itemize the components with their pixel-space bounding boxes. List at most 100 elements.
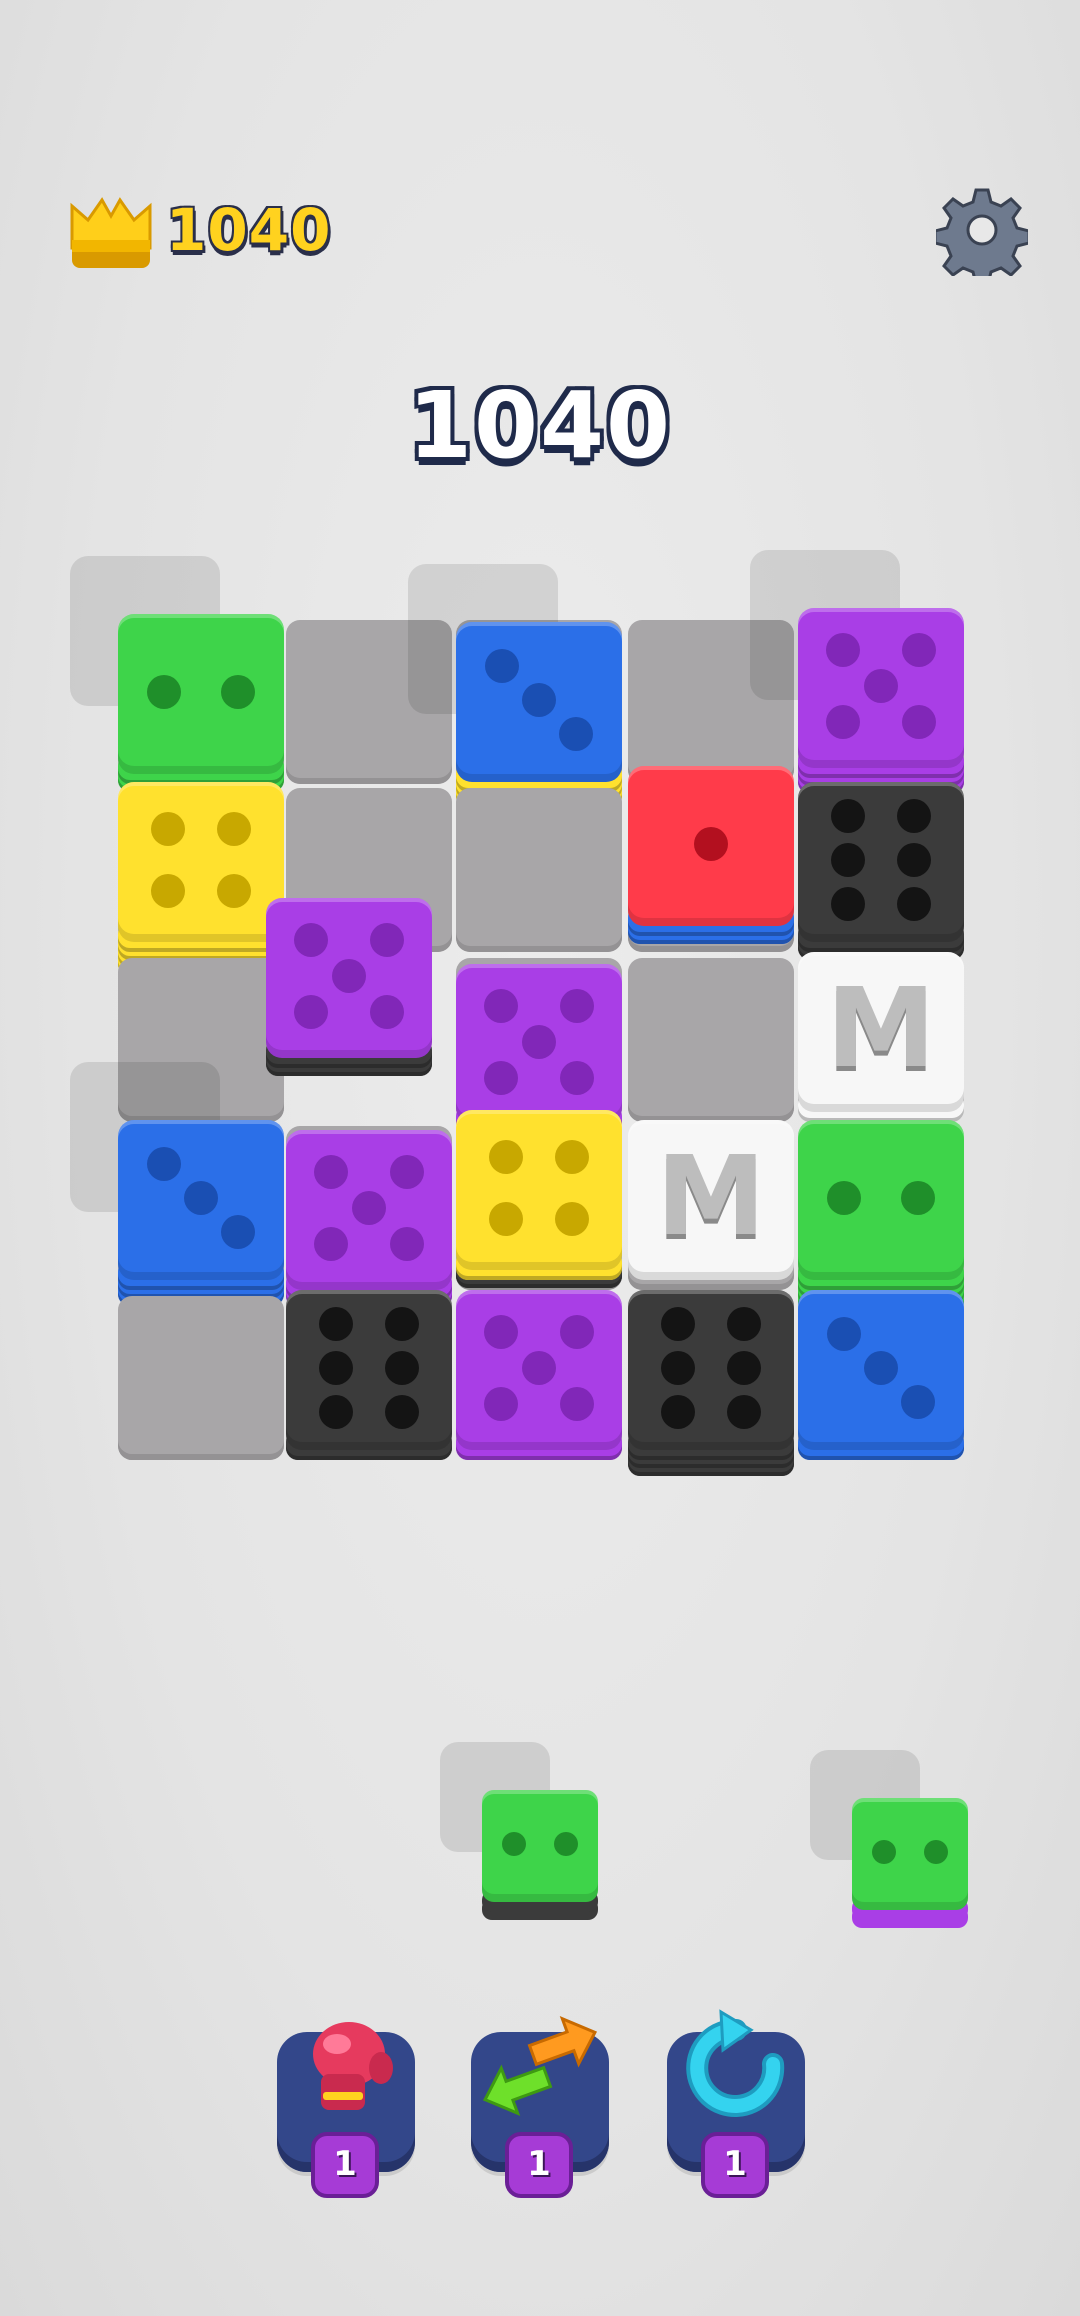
pip [897, 843, 932, 877]
empty-cell [628, 958, 794, 1122]
pip [522, 1351, 556, 1385]
pip [184, 1181, 218, 1215]
crown-icon [70, 197, 152, 268]
empty-cell [456, 788, 622, 952]
pip [825, 633, 860, 668]
pip [660, 1307, 695, 1342]
pip [902, 633, 937, 668]
pip [560, 989, 595, 1024]
pip [293, 923, 328, 958]
pip [900, 1181, 935, 1215]
yellow-tile [456, 1110, 622, 1270]
pip [502, 1832, 527, 1856]
blue-tile [118, 1120, 284, 1280]
black-tile [798, 782, 964, 942]
pip [313, 1226, 348, 1261]
pip [370, 994, 405, 1029]
pip [313, 1155, 348, 1190]
pip [522, 683, 556, 717]
pip [902, 704, 937, 739]
pip [897, 799, 932, 834]
special-tile-letter: M [656, 1132, 766, 1260]
refresh-booster[interactable]: 1 [667, 2009, 805, 2198]
pip [727, 1394, 762, 1429]
pip [483, 1386, 518, 1421]
purple-tile [456, 1290, 622, 1450]
white-tile: M [628, 1120, 794, 1280]
pip [727, 1307, 762, 1342]
green-tile [118, 614, 284, 774]
pip [897, 886, 932, 921]
pip [318, 1394, 353, 1429]
pip [147, 675, 182, 709]
purple-tile [798, 608, 964, 768]
red-tile [628, 766, 794, 926]
pip [220, 675, 255, 709]
pip [660, 1394, 695, 1429]
pip [390, 1155, 425, 1190]
pip [485, 648, 520, 683]
pip [483, 1060, 518, 1095]
pip [150, 811, 185, 846]
pip [830, 799, 865, 834]
pip [555, 1139, 590, 1174]
pip [522, 1025, 556, 1059]
pip [370, 923, 405, 958]
coin-counter: 1040 [166, 196, 332, 264]
pip [864, 1351, 898, 1385]
empty-cell [628, 620, 794, 784]
pip [318, 1307, 353, 1342]
score-display: 1040 [407, 372, 673, 479]
pip [217, 811, 252, 846]
pip [560, 1386, 595, 1421]
purple-tile [286, 1130, 452, 1290]
gear-icon[interactable] [936, 184, 1028, 276]
empty-cell [286, 620, 452, 784]
pip [694, 827, 728, 861]
pip [293, 994, 328, 1029]
pip [488, 1202, 523, 1237]
blue-tile [456, 622, 622, 782]
purple-tile [266, 898, 432, 1058]
pip [483, 989, 518, 1024]
swap-arrows-icon [482, 2016, 598, 2116]
pip [220, 1215, 255, 1250]
green-tile [852, 1798, 968, 1910]
pip [923, 1840, 948, 1864]
pip [488, 1139, 523, 1174]
pip [864, 669, 898, 703]
booster-count: 1 [701, 2132, 769, 2198]
pip [332, 959, 366, 993]
empty-cell [118, 958, 284, 1122]
boxing-glove-booster[interactable]: 1 [277, 2022, 415, 2198]
green-tile [798, 1120, 964, 1280]
special-tile-letter: M [826, 964, 936, 1092]
pip [318, 1351, 353, 1385]
pip [827, 1181, 862, 1215]
pip [385, 1394, 420, 1429]
boxing-glove-icon [313, 2022, 393, 2110]
pip [872, 1840, 897, 1864]
pip [830, 843, 865, 877]
black-tile [628, 1290, 794, 1450]
booster-count: 1 [505, 2132, 573, 2198]
pip [385, 1307, 420, 1342]
purple-tile [456, 964, 622, 1124]
empty-cell [118, 1296, 284, 1460]
pip [553, 1832, 578, 1856]
pip [660, 1351, 695, 1385]
pip [900, 1385, 935, 1420]
white-tile: M [798, 952, 964, 1112]
swap-booster[interactable]: 1 [471, 2016, 609, 2198]
pip [560, 1060, 595, 1095]
black-tile [286, 1290, 452, 1450]
yellow-tile [118, 782, 284, 942]
pip [555, 1202, 590, 1237]
pip [560, 1315, 595, 1350]
pip [827, 1316, 862, 1351]
pip [385, 1351, 420, 1385]
pip [830, 886, 865, 921]
pip [390, 1226, 425, 1261]
pip [147, 1146, 182, 1181]
pip [150, 874, 185, 909]
